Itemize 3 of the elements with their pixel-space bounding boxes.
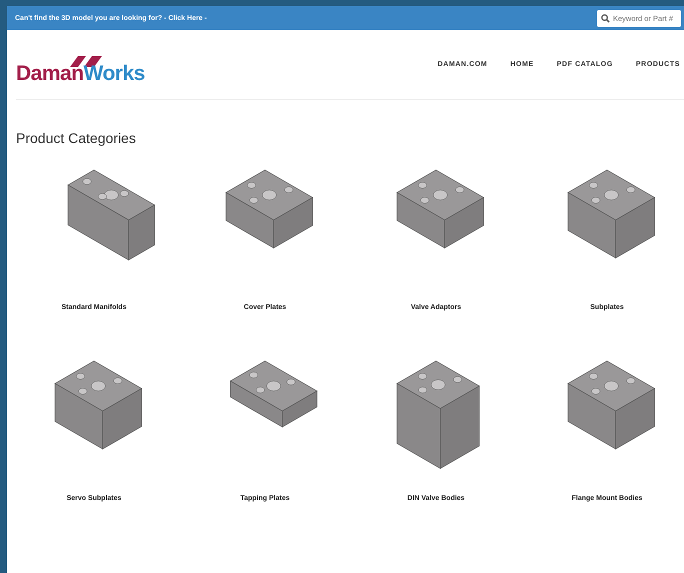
section-heading: Product Categories <box>16 130 137 146</box>
logo[interactable]: DamanWorks <box>16 54 145 84</box>
search-icon <box>601 14 610 22</box>
